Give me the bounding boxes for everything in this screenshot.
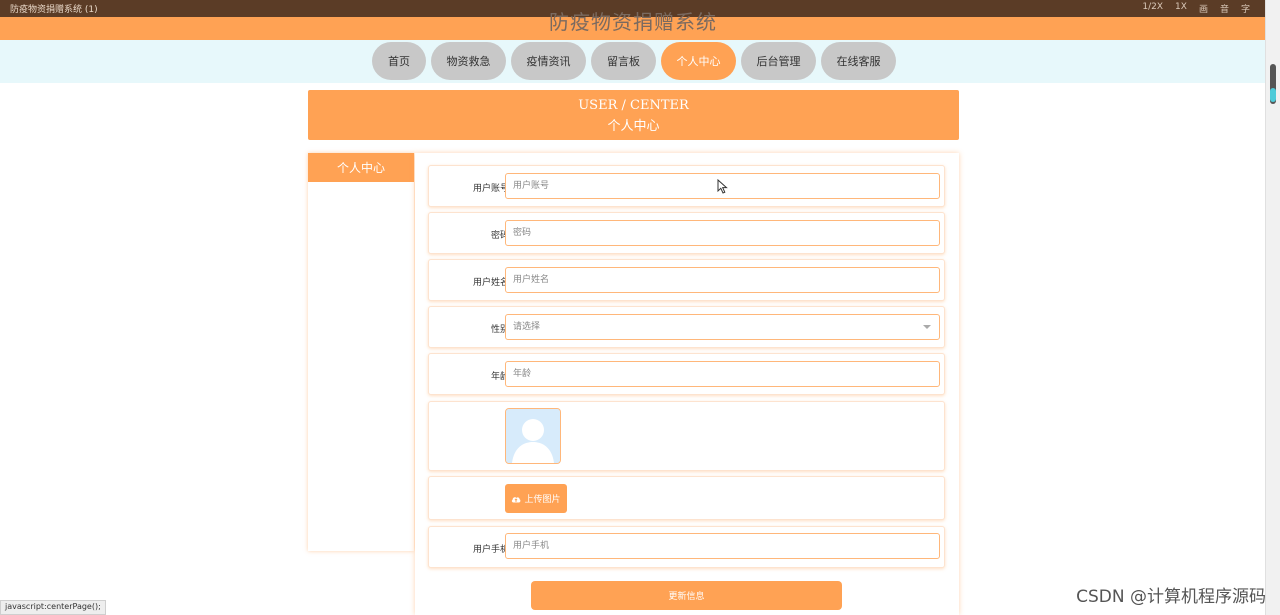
nav-message-board[interactable]: 留言板	[591, 42, 656, 80]
nav-support[interactable]: 在线客服	[821, 42, 896, 80]
chevron-down-icon	[923, 325, 931, 329]
form-row-name: 用户姓名 用户姓名	[428, 259, 945, 301]
nav-items: 首页 物资救急 疫情资讯 留言板 个人中心 后台管理 在线客服	[372, 42, 896, 80]
nav-bar: 首页 物资救急 疫情资讯 留言板 个人中心 后台管理 在线客服	[0, 40, 1266, 83]
header-bar: 防疫物资捐赠系统 (1) 1/2X 1X 画 音 字 防疫物资捐赠系统	[0, 0, 1266, 40]
page-scrollbar[interactable]	[1265, 0, 1280, 615]
sidebar-item-user-center[interactable]: 个人中心	[308, 153, 414, 182]
gender-select-value: 请选择	[513, 322, 541, 332]
name-label: 用户姓名	[472, 278, 509, 288]
password-label: 密码	[490, 231, 509, 241]
banner-title-en: USER / CENTER	[578, 98, 689, 113]
nav-news[interactable]: 疫情资讯	[511, 42, 586, 80]
nav-home[interactable]: 首页	[372, 42, 426, 80]
form-row-account: 用户账号 用户账号	[428, 165, 945, 207]
age-label: 年龄	[490, 372, 509, 382]
site-title: 防疫物资捐赠系统	[549, 10, 717, 34]
avatar-image[interactable]	[505, 408, 561, 464]
gender-select[interactable]: 请选择	[505, 314, 940, 340]
form-row-phone: 用户手机 用户手机	[428, 526, 945, 568]
account-label: 用户账号	[472, 184, 509, 194]
form-row-upload: 上传图片	[428, 476, 945, 520]
status-bar-url: javascript:centerPage();	[0, 600, 106, 615]
nav-admin[interactable]: 后台管理	[741, 42, 816, 80]
banner-title-zh: 个人中心	[607, 119, 660, 134]
user-avatar-icon	[506, 409, 560, 463]
upload-image-button[interactable]: 上传图片	[505, 484, 567, 513]
phone-label: 用户手机	[472, 545, 509, 555]
mouse-cursor-icon	[717, 179, 728, 194]
form-row-age: 年龄 年龄	[428, 353, 945, 395]
scrollbar-thumb-highlight	[1270, 88, 1276, 102]
phone-input[interactable]: 用户手机	[505, 533, 940, 559]
cloud-upload-icon	[512, 496, 521, 502]
update-info-button[interactable]: 更新信息	[531, 581, 842, 610]
watermark: CSDN @计算机程序源码	[1076, 587, 1266, 607]
nav-supplies[interactable]: 物资救急	[431, 42, 506, 80]
profile-form: 用户账号 用户账号 密码 密码 用户姓名 用户姓名 性别 请选择 年龄 年龄 上…	[415, 153, 959, 615]
page-banner: USER / CENTER 个人中心	[308, 90, 959, 140]
form-row-gender: 性别 请选择	[428, 306, 945, 348]
upload-image-label: 上传图片	[524, 495, 561, 505]
form-row-password: 密码 密码	[428, 212, 945, 254]
sidebar: 个人中心	[308, 153, 414, 551]
name-input[interactable]: 用户姓名	[505, 267, 940, 293]
password-input[interactable]: 密码	[505, 220, 940, 246]
nav-user-center[interactable]: 个人中心	[661, 42, 736, 80]
age-input[interactable]: 年龄	[505, 361, 940, 387]
form-row-avatar	[428, 401, 945, 471]
gender-label: 性别	[490, 325, 509, 335]
